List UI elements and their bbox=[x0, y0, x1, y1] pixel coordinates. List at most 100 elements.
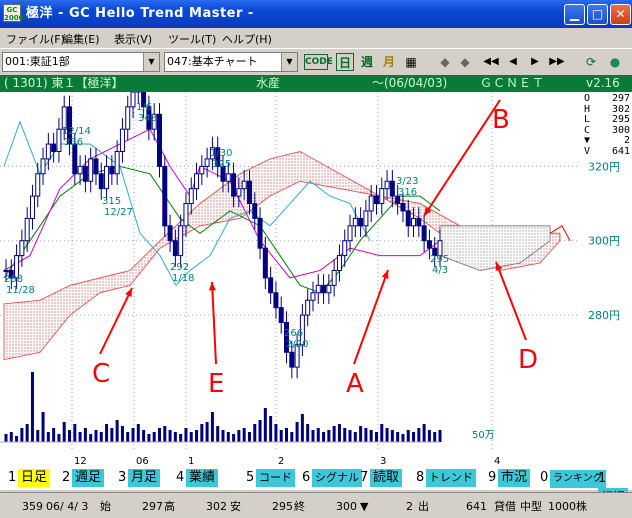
y-tick-label: 280円 bbox=[588, 309, 620, 322]
volume-bar bbox=[401, 434, 405, 442]
candle-body bbox=[421, 225, 427, 242]
volume-bar bbox=[110, 428, 114, 442]
tab-daily[interactable]: 1 日足 bbox=[8, 469, 51, 487]
tab-number: 3 bbox=[118, 470, 127, 485]
menu-help[interactable]: ヘルプ(H) bbox=[222, 31, 272, 47]
chart-canvas[interactable]: 320円300円280円12 06 1 2 3 450万12/143361/63431/3… bbox=[0, 92, 632, 466]
candle-body bbox=[72, 143, 78, 175]
globe-icon[interactable]: ● bbox=[606, 53, 624, 71]
menu-view[interactable]: 表示(V) bbox=[114, 31, 152, 47]
tab-number: 1 bbox=[598, 471, 607, 486]
volume-bar bbox=[258, 420, 262, 442]
x-tick-label: 12 bbox=[74, 456, 87, 466]
candle-body bbox=[119, 128, 125, 152]
tab-signal[interactable]: 6 シグナル bbox=[302, 469, 362, 487]
chevron-down-icon[interactable]: ▼ bbox=[281, 53, 297, 71]
volume-bar bbox=[332, 426, 336, 442]
status-change-symbol: ▼ bbox=[360, 500, 369, 513]
status-volume-label: 出 bbox=[418, 500, 429, 513]
arrow-left-icon[interactable]: ◆ bbox=[436, 53, 454, 71]
volume-bar bbox=[189, 432, 193, 442]
tab-read[interactable]: 7 読取 bbox=[360, 469, 403, 487]
candle-body bbox=[225, 173, 231, 182]
volume-bar bbox=[311, 430, 315, 442]
status-close-label: 終 bbox=[294, 500, 305, 513]
callout-label: A bbox=[346, 369, 364, 399]
callout-arrow bbox=[423, 99, 501, 217]
tab-trend[interactable]: 8 トレンド bbox=[416, 469, 476, 487]
arrow-right-icon[interactable]: ◆ bbox=[456, 53, 474, 71]
y-tick-label: 300円 bbox=[588, 235, 620, 248]
candle-body bbox=[162, 165, 168, 227]
candle-body bbox=[178, 225, 184, 257]
volume-bar bbox=[30, 372, 34, 442]
stock-info-bar: ( 1301) 東１【極洋】 水産 〜(06/04/03) ＧＣＮＥＴ v2.1… bbox=[0, 75, 632, 92]
candle-body bbox=[352, 217, 358, 227]
tab-market-trend[interactable]: 1相場 bbox=[598, 469, 632, 506]
candle-body bbox=[241, 180, 247, 190]
annotation-value: 11/28 bbox=[6, 285, 35, 296]
fast-forward-icon[interactable]: ▶▶ bbox=[548, 53, 566, 71]
chart-select[interactable]: 047:基本チャート ▼ bbox=[164, 52, 298, 72]
refresh-icon[interactable]: ⟳ bbox=[582, 53, 600, 71]
annotation-value: 1/18 bbox=[172, 273, 194, 284]
volume-bar bbox=[78, 432, 82, 442]
title-bar[interactable]: GC 2000 極洋 - GC Hello Trend Master - ▁ □ … bbox=[0, 0, 632, 28]
candle-body bbox=[400, 203, 406, 212]
volume-bar bbox=[390, 430, 394, 442]
volume-bar bbox=[9, 432, 13, 442]
menu-file[interactable]: ファイル(F) bbox=[6, 31, 65, 47]
step-back-icon[interactable]: ◀ bbox=[504, 53, 522, 71]
volume-bar bbox=[226, 432, 230, 442]
tab-weekly[interactable]: 2 週足 bbox=[62, 469, 105, 487]
volume-bar bbox=[343, 428, 347, 442]
tab-code[interactable]: 5 コード bbox=[246, 469, 295, 487]
candle-body bbox=[321, 284, 327, 294]
weekly-button[interactable]: 週 bbox=[358, 53, 376, 71]
close-button[interactable]: ✕ bbox=[610, 4, 631, 25]
candle-body bbox=[389, 180, 395, 197]
menu-edit[interactable]: 編集(E) bbox=[62, 31, 100, 47]
price-chart[interactable]: 320円 300円 280円 12 06 1 2 3 4 50万 12/14 336 1/6 343 1/3… bbox=[0, 92, 632, 466]
tab-label: 週足 bbox=[72, 469, 105, 487]
chevron-down-icon[interactable]: ▼ bbox=[143, 53, 159, 71]
candle-body bbox=[305, 299, 311, 316]
candle-body bbox=[268, 277, 274, 294]
volume-bar bbox=[152, 432, 156, 442]
volume-bar bbox=[422, 424, 426, 442]
status-lending: 貸借 bbox=[494, 500, 516, 513]
candle-body bbox=[358, 217, 364, 227]
volume-bar bbox=[179, 434, 183, 442]
callout-arrow bbox=[495, 261, 527, 341]
maximize-button[interactable]: □ bbox=[587, 4, 608, 25]
tab-earnings[interactable]: 4 業績 bbox=[176, 469, 219, 487]
volume-bar bbox=[163, 426, 167, 442]
menu-tools[interactable]: ツール(T) bbox=[168, 31, 216, 47]
volume-bar bbox=[427, 430, 431, 442]
volume-bar bbox=[126, 432, 130, 442]
volume-value: 641 bbox=[611, 145, 630, 157]
annotation-text: 295 bbox=[430, 254, 449, 265]
tab-market[interactable]: 9 市況 bbox=[488, 469, 531, 487]
annotation-text: 1/30 bbox=[210, 148, 232, 159]
toolbar: 001:東証1部 ▼ 047:基本チャート ▼ CODE 日 週 月 ▦ ◆ ◆… bbox=[0, 48, 632, 74]
tab-monthly[interactable]: 3 月足 bbox=[118, 469, 161, 487]
step-forward-icon[interactable]: ▶ bbox=[526, 53, 544, 71]
minimize-button[interactable]: ▁ bbox=[564, 4, 585, 25]
daily-button[interactable]: 日 bbox=[336, 53, 354, 71]
grid-icon[interactable]: ▦ bbox=[402, 53, 420, 71]
status-low: 295 bbox=[272, 500, 293, 513]
candle-body bbox=[236, 188, 242, 197]
tab-number: 8 bbox=[416, 470, 425, 485]
callout-arrow bbox=[99, 287, 133, 355]
volume-bar bbox=[396, 432, 400, 442]
market-select[interactable]: 001:東証1部 ▼ bbox=[2, 52, 160, 72]
monthly-button[interactable]: 月 bbox=[380, 53, 398, 71]
rewind-icon[interactable]: ◀◀ bbox=[482, 53, 500, 71]
tab-ranking[interactable]: 0 ランキング bbox=[540, 469, 606, 488]
menu-bar: ファイル(F) 編集(E) 表示(V) ツール(T) ヘルプ(H) bbox=[0, 28, 632, 48]
code-button[interactable]: CODE bbox=[304, 54, 333, 70]
volume-bar bbox=[337, 424, 341, 442]
volume-bar bbox=[385, 428, 389, 442]
candle-body bbox=[342, 240, 348, 257]
